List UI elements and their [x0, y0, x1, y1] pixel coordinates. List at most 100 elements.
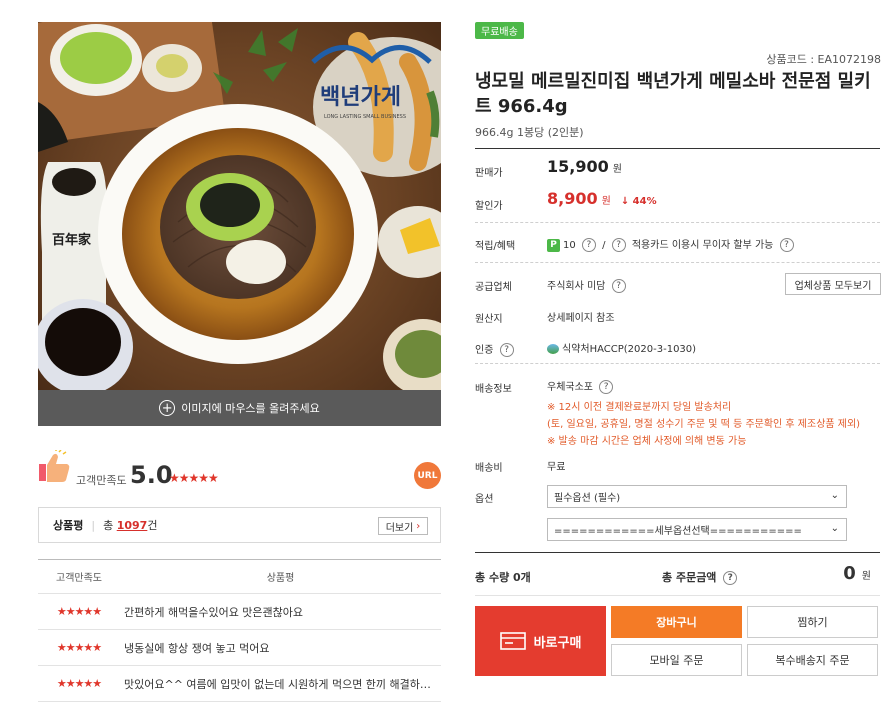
- points-card-text: 적용카드 이용시 무이자 할부 가능: [631, 240, 774, 251]
- wishlist-button[interactable]: 찜하기: [747, 606, 878, 638]
- required-option-value: 필수옵션 (필수): [554, 493, 621, 504]
- list-price-won: 원: [612, 164, 622, 175]
- shipping-notice: ※ 12시 이전 결제완료분까지 당일 발송처리: [547, 402, 732, 413]
- list-price: 15,900: [547, 157, 609, 176]
- origin-value: 상세페이지 참조: [547, 313, 615, 324]
- help-icon[interactable]: ?: [723, 571, 738, 585]
- sub-option-select[interactable]: ============세부옵션선택=========== ⌄: [547, 518, 847, 541]
- divider: |: [91, 518, 96, 532]
- review-summary: 상품평 | 총 1097 건 더보기 ›: [38, 507, 441, 543]
- review-text[interactable]: 맛있어요^^ 여름에 입맛이 없는데 시원하게 먹으면 한끼 해결하는데 …: [120, 676, 441, 692]
- sale-price: 8,900: [547, 189, 598, 208]
- review-count-suffix: 건: [147, 519, 158, 532]
- logo-text: 백년가게: [320, 85, 401, 110]
- review-row[interactable]: ★★★★★ 간편하게 해먹을수있어요 맛은괜찮아요: [38, 594, 441, 630]
- total-amount-won: 원: [861, 571, 871, 582]
- help-icon[interactable]: ?: [499, 343, 514, 357]
- image-hover-hint-bar[interactable]: + 이미지에 마우스를 올려주세요: [38, 390, 441, 426]
- review-stars: ★★★★★: [56, 641, 102, 654]
- divider: [475, 148, 880, 149]
- satisfaction-label: 고객만족도: [76, 474, 127, 487]
- review-stars: ★★★★★: [56, 677, 102, 690]
- product-title: 냉모밀 메르밀진미집 백년가게 메밀소바 전문점 밀키트 966.4g: [475, 71, 871, 117]
- cert-value: 식약처HACCP(2020-3-1030): [562, 344, 697, 355]
- points-value: 10: [563, 240, 576, 251]
- multi-address-order-button[interactable]: 복수배송지 주문: [747, 644, 878, 676]
- shipping-label: 배송정보: [475, 384, 512, 395]
- haccp-icon: [547, 344, 559, 354]
- free-shipping-badge: 무료배송: [475, 22, 524, 39]
- divider: [475, 595, 880, 596]
- satisfaction-score: 5.0: [130, 461, 173, 489]
- shipping-fee-label: 배송비: [475, 463, 503, 474]
- total-amount-label: 총 주문금액: [662, 571, 717, 584]
- total-amount-label-row: 총 주문금액 ?: [662, 569, 740, 585]
- card-icon: [499, 632, 526, 650]
- buy-now-label: 바로구매: [533, 635, 582, 651]
- shipping-notice: (토, 일요일, 공휴일, 명절 성수기 주문 및 떡 등 주문확인 후 제조상…: [547, 419, 861, 430]
- chevron-right-icon: ›: [416, 520, 421, 532]
- product-code: 상품코드 : EA1072198: [766, 53, 881, 66]
- chevron-down-icon: ⌄: [830, 490, 839, 501]
- bottle-label: 百年家: [52, 232, 92, 248]
- view-all-supplier-products-button[interactable]: 업체상품 모두보기: [785, 273, 881, 295]
- help-icon[interactable]: ?: [599, 380, 614, 394]
- review-more-button[interactable]: 더보기 ›: [378, 517, 428, 535]
- list-price-label: 판매가: [475, 168, 503, 179]
- divider: [475, 262, 880, 263]
- cert-label: 인증: [475, 345, 494, 356]
- sale-price-won: 원: [601, 196, 611, 207]
- buy-now-button[interactable]: 바로구매: [475, 606, 606, 676]
- help-icon[interactable]: ?: [611, 279, 626, 293]
- url-share-button[interactable]: URL: [414, 462, 441, 489]
- divider: [475, 363, 880, 364]
- image-hover-hint: 이미지에 마우스를 올려주세요: [181, 402, 320, 415]
- option-label: 옵션: [475, 494, 494, 505]
- help-icon[interactable]: ?: [779, 238, 794, 252]
- sale-price-row: 8,900 원 ↓ 44%: [547, 189, 657, 208]
- required-option-select[interactable]: 필수옵션 (필수) ⌄: [547, 485, 847, 508]
- shipping-method-row: 우체국소포 ?: [547, 378, 616, 394]
- product-photo-illustration: 百年家 백년가게 LONG LASTING SMALL BUSINESS: [38, 22, 441, 390]
- chevron-down-icon: ⌄: [830, 523, 839, 534]
- review-text[interactable]: 간편하게 해먹을수있어요 맛은괜찮아요: [120, 604, 441, 620]
- review-stars: ★★★★★: [56, 605, 102, 618]
- product-image[interactable]: 百年家 백년가게 LONG LASTING SMALL BUSINESS: [38, 22, 441, 390]
- list-price-row: 15,900 원: [547, 157, 622, 176]
- logo-subtext: LONG LASTING SMALL BUSINESS: [324, 114, 406, 120]
- review-more-label: 더보기: [385, 522, 414, 534]
- total-amount: 0: [843, 563, 856, 584]
- origin-label: 원산지: [475, 314, 503, 325]
- review-count: 1097: [116, 518, 148, 532]
- review-title: 상품평: [53, 519, 84, 532]
- shipping-fee-value: 무료: [547, 462, 566, 473]
- points-separator: /: [602, 240, 606, 251]
- points-label: 적립/혜택: [475, 241, 516, 252]
- supplier-row: 주식회사 미담 ?: [547, 277, 629, 293]
- thumbs-up-icon: [39, 450, 70, 482]
- mobile-order-button[interactable]: 모바일 주문: [611, 644, 742, 676]
- help-icon[interactable]: ?: [581, 238, 596, 252]
- review-table-header: 고객만족도 상품평: [38, 560, 441, 594]
- total-amount-row: 0원: [843, 563, 871, 584]
- help-icon[interactable]: ?: [611, 238, 626, 252]
- divider: [475, 222, 880, 223]
- points-row: P 10 ? / ? 적용카드 이용시 무이자 할부 가능 ?: [547, 236, 797, 252]
- product-subtitle: 966.4g 1봉당 (2인분): [475, 126, 584, 139]
- review-text[interactable]: 냉동실에 항상 쟁여 놓고 먹어요: [120, 640, 441, 656]
- review-table: 고객만족도 상품평 ★★★★★ 간편하게 해먹을수있어요 맛은괜찮아요 ★★★★…: [38, 559, 441, 702]
- cert-row: 식약처HACCP(2020-3-1030): [547, 340, 696, 355]
- add-to-cart-button[interactable]: 장바구니: [611, 606, 742, 638]
- supplier-name[interactable]: 주식회사 미담: [547, 281, 605, 292]
- sub-option-value: ============세부옵션선택===========: [554, 526, 802, 537]
- total-quantity: 총 수량 0개: [475, 571, 531, 584]
- col-rating-header: 고객만족도: [56, 573, 102, 584]
- satisfaction-stars: ★★★★★: [169, 471, 219, 485]
- supplier-label: 공급업체: [475, 282, 512, 293]
- review-row[interactable]: ★★★★★ 맛있어요^^ 여름에 입맛이 없는데 시원하게 먹으면 한끼 해결하…: [38, 666, 441, 702]
- shipping-notice: ※ 발송 마감 시간은 업체 사정에 의해 변동 가능: [547, 436, 747, 447]
- discount-rate: ↓ 44%: [620, 196, 657, 207]
- review-row[interactable]: ★★★★★ 냉동실에 항상 쟁여 놓고 먹어요: [38, 630, 441, 666]
- point-icon: P: [547, 238, 560, 252]
- satisfaction-summary: 고객만족도 5.0 ★★★★★ URL: [38, 450, 441, 496]
